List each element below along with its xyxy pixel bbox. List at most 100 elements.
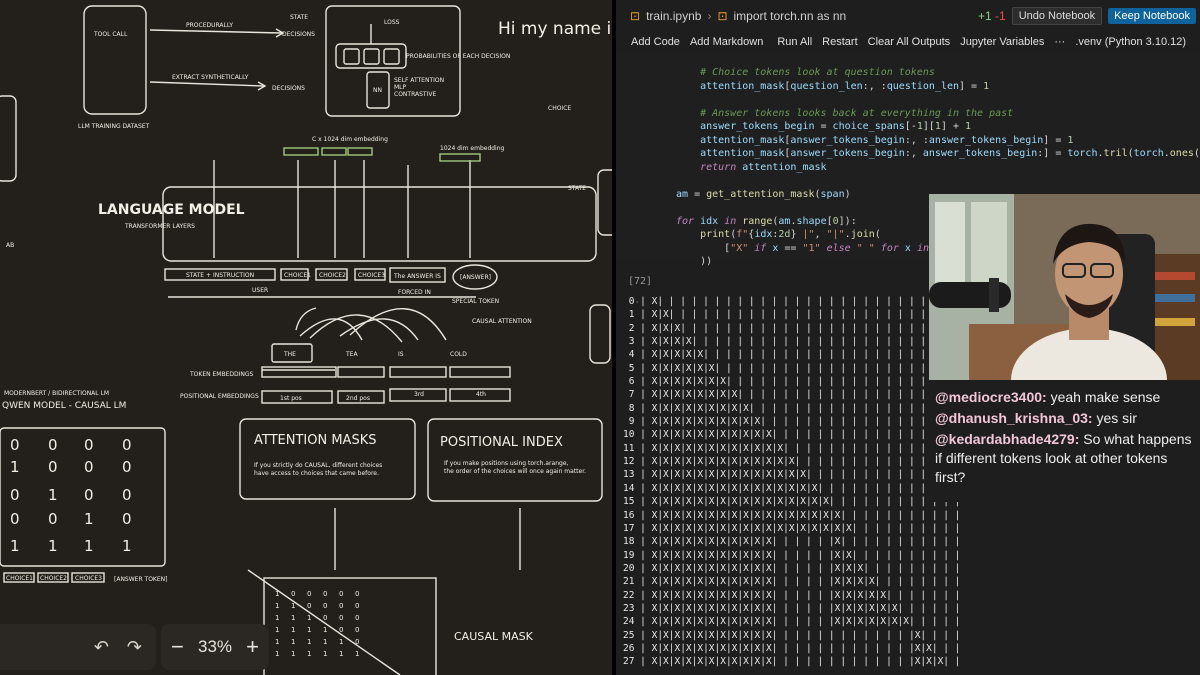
cell-execution-count: [72]	[628, 276, 653, 287]
label-loss: LOSS	[384, 19, 400, 26]
triangle-mark: 1	[275, 638, 279, 646]
label-llm-dataset: LLM TRAINING DATASET	[78, 123, 150, 130]
undo-button[interactable]: ↶	[94, 637, 109, 658]
triangle-mark: 0	[339, 614, 343, 622]
keep-notebook-button[interactable]: Keep Notebook	[1108, 8, 1196, 24]
triangle-mark: 1	[339, 638, 343, 646]
kernel-selector[interactable]: .venv (Python 3.10.12)	[1070, 36, 1191, 48]
label-qwen: QWEN MODEL - CAUSAL LM	[2, 401, 126, 411]
undo-notebook-button[interactable]: Undo Notebook	[1011, 7, 1103, 25]
matrix-cell: 1	[48, 537, 58, 555]
breadcrumb-symbol[interactable]: import torch.nn as nn	[734, 9, 847, 23]
zoom-out-button[interactable]: −	[171, 634, 184, 660]
text-pi-1: If you make positions using torch.arange…	[444, 460, 569, 467]
breadcrumb: ⊡ train.ipynb › ⊡ import torch.nn as nn …	[616, 0, 1200, 32]
label-causal-mask: CAUSAL MASK	[454, 630, 534, 643]
output-row: 24 | X|X|X|X|X|X|X|X|X|X|X| | | | | |X|X…	[623, 616, 961, 628]
triangle-mark: 0	[323, 602, 327, 610]
whiteboard-drawing: TOOL CALL PROCEDURALLY STATE DECISIONS E…	[0, 5, 612, 675]
triangle-mark: 1	[339, 650, 343, 658]
breadcrumb-file[interactable]: train.ipynb	[646, 9, 701, 23]
history-controls: ↶ ↷	[0, 624, 156, 670]
token-choice3: CHOICE3	[358, 272, 385, 279]
label-tool-call: TOOL CALL	[93, 31, 128, 38]
label-modernbert: MODERNBERT / BIDIRECTIONAL LM	[4, 390, 109, 397]
output-row: 22 | X|X|X|X|X|X|X|X|X|X|X| | | | | |X|X…	[623, 589, 961, 601]
jupyter-variables-button[interactable]: Jupyter Variables	[955, 36, 1049, 48]
triangle-mark: 1	[323, 626, 327, 634]
label-decisions-2: DECISIONS	[272, 85, 305, 92]
label-self-attn: SELF ATTENTION	[394, 77, 444, 84]
triangle-mark: 0	[323, 614, 327, 622]
run-all-button[interactable]: Run All	[772, 36, 817, 48]
notebook-toolbar: Add Code Add Markdown Run All Restart Cl…	[616, 32, 1200, 52]
matrix-cell: 0	[10, 486, 20, 504]
label-pos1: 1st pos	[280, 395, 302, 402]
label-positional-embeddings: POSITIONAL EMBEDDINGS	[180, 393, 259, 400]
token-choice2: CHOICE2	[319, 272, 346, 279]
label-pos2: 2nd pos	[346, 395, 370, 402]
symbol-icon: ⊡	[717, 9, 728, 23]
triangle-mark: 0	[355, 590, 359, 598]
add-code-button[interactable]: Add Code	[626, 36, 685, 48]
more-actions-button[interactable]: ···	[1049, 36, 1070, 48]
whiteboard-canvas[interactable]: TOOL CALL PROCEDURALLY STATE DECISIONS E…	[0, 0, 612, 675]
triangle-mark: 1	[323, 638, 327, 646]
output-row: 26 | X|X|X|X|X|X|X|X|X|X|X| | | | | | | …	[623, 642, 961, 654]
output-row: 16 | X|X|X|X|X|X|X|X|X|X|X|X|X|X|X|X|X| …	[623, 509, 961, 521]
chat-message: @mediocre3400: yeah make sense	[935, 389, 1161, 405]
clear-outputs-button[interactable]: Clear All Outputs	[863, 36, 956, 48]
triangle-mark: 1	[275, 602, 279, 610]
diff-counter: +1 -1	[978, 9, 1006, 23]
matrix-cell: 0	[84, 486, 94, 504]
triangle-mark: 1	[307, 650, 311, 658]
label-prob: PROBABILITIES OF EACH DECISION	[406, 53, 510, 60]
label-choice: CHOICE	[548, 105, 571, 112]
mask-matrix: 0 0 0 0 1 0 0 0 0 1 0 0 0 0 1 0 1 1 1 1	[10, 436, 132, 555]
restart-button[interactable]: Restart	[817, 36, 862, 48]
matrix-cell: 0	[10, 436, 20, 454]
triangle-mark: 1	[275, 650, 279, 658]
redo-button[interactable]: ↷	[127, 637, 142, 658]
label-user: USER	[252, 287, 268, 294]
triangle-mark: 1	[291, 638, 295, 646]
label-token-embeddings: TOKEN EMBEDDINGS	[189, 371, 254, 378]
chat-overlay: @mediocre3400: yeah make sense @dhanush_…	[929, 380, 1200, 502]
title-attention-masks: ATTENTION MASKS	[254, 433, 376, 448]
zoom-level: 33%	[197, 637, 233, 656]
zoom-in-button[interactable]: +	[246, 634, 259, 660]
triangle-mark: 0	[339, 602, 343, 610]
chevron-right-icon: ›	[707, 9, 712, 23]
label-extract: EXTRACT SYNTHETICALLY	[172, 74, 249, 81]
bottom-choice3: CHOICE3	[75, 575, 102, 582]
triangle-mark: 0	[355, 626, 359, 634]
triangle-mark: 1	[291, 602, 295, 610]
triangle-mark: 1	[291, 614, 295, 622]
causal-mask-triangle: 1 0 0 0 0 0 1 1 0 0 0 0 1 1 1 0 0 0 1 1 1 1 0 0 1 1 1 1 1 0 1 1 1 1 1 1	[275, 590, 359, 658]
add-markdown-button[interactable]: Add Markdown	[685, 36, 768, 48]
bottom-answer-token: [ANSWER TOKEN]	[114, 576, 167, 583]
triangle-mark: 1	[307, 638, 311, 646]
title-positional-index: POSITIONAL INDEX	[440, 435, 563, 450]
label-emb1: C x 1024 dim embedding	[312, 136, 388, 143]
triangle-mark: 0	[355, 614, 359, 622]
matrix-cell: 0	[122, 458, 132, 476]
matrix-cell: 0	[122, 510, 132, 528]
matrix-cell: 1	[10, 537, 20, 555]
word-is: IS	[398, 351, 404, 358]
output-row: 25 | X|X|X|X|X|X|X|X|X|X|X| | | | | | | …	[623, 629, 961, 641]
chat-message: @kedardabhade4279: So what happens if di…	[935, 431, 1192, 485]
word-the: THE	[283, 351, 296, 358]
triangle-mark: 1	[275, 590, 279, 598]
label-hi: Hi my name is	[498, 19, 612, 39]
text-pi-2: the order of the choices will once again…	[444, 468, 586, 475]
matrix-cell: 1	[10, 458, 20, 476]
triangle-mark: 0	[355, 638, 359, 646]
word-tea: TEA	[345, 351, 358, 358]
triangle-mark: 1	[307, 614, 311, 622]
label-transformer-layers: TRANSFORMER LAYERS	[124, 223, 195, 230]
matrix-cell: 0	[122, 486, 132, 504]
triangle-mark: 1	[323, 650, 327, 658]
matrix-cell: 0	[48, 510, 58, 528]
label-decisions: DECISIONS	[282, 31, 315, 38]
